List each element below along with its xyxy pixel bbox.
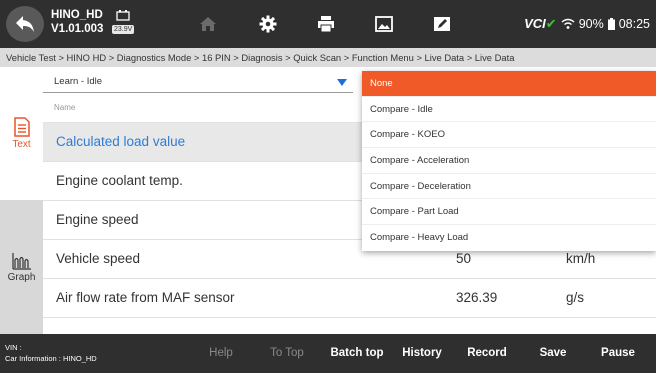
screenshot-button[interactable] bbox=[374, 14, 394, 34]
vehicle-info: VIN : Car Information : HINO_HD bbox=[5, 342, 97, 364]
save-button[interactable]: Save bbox=[528, 334, 578, 373]
bottom-toolbar: VIN : Car Information : HINO_HD Help To … bbox=[0, 334, 656, 373]
batch-top-button[interactable]: Batch top bbox=[326, 334, 388, 373]
edit-button[interactable] bbox=[432, 14, 452, 34]
graph-icon bbox=[11, 252, 31, 270]
to-top-button[interactable]: To Top bbox=[262, 334, 312, 373]
row-name: Engine coolant temp. bbox=[56, 173, 183, 188]
row-unit: km/h bbox=[566, 251, 596, 266]
row-name: Air flow rate from MAF sensor bbox=[56, 290, 235, 305]
menu-item-compare-koeo[interactable]: Compare - KOEO bbox=[362, 122, 656, 149]
help-button[interactable]: Help bbox=[196, 334, 246, 373]
status-area: VCI✔ 90% 08:25 bbox=[524, 16, 650, 32]
print-icon bbox=[318, 16, 334, 32]
menu-item-compare-acceleration[interactable]: Compare - Acceleration bbox=[362, 148, 656, 174]
table-row[interactable]: Air flow rate from MAF sensor 326.39 g/s bbox=[43, 279, 656, 318]
clock: 08:25 bbox=[618, 17, 650, 31]
home-icon bbox=[200, 17, 216, 31]
top-bar: HINO_HD V1.01.003 23.9V VCI✔ 90% 08:25 bbox=[0, 0, 656, 48]
voltage-badge: 23.9V bbox=[112, 25, 135, 34]
row-name: Calculated load value bbox=[56, 134, 186, 149]
car-information: Car Information : HINO_HD bbox=[5, 354, 97, 363]
menu-item-compare-part-load[interactable]: Compare - Part Load bbox=[362, 199, 656, 226]
pause-button[interactable]: Pause bbox=[591, 334, 645, 373]
menu-item-none[interactable]: None bbox=[362, 71, 656, 97]
app-title: HINO_HD V1.01.003 bbox=[51, 8, 103, 36]
text-view-label: Text bbox=[12, 139, 31, 150]
screenshot-icon bbox=[375, 16, 393, 32]
graph-view-label: Graph bbox=[7, 271, 36, 283]
breadcrumb: Vehicle Test > HINO HD > Diagnostics Mod… bbox=[0, 48, 656, 67]
home-button[interactable] bbox=[198, 14, 218, 34]
app-version: V1.01.003 bbox=[51, 23, 104, 35]
back-icon bbox=[16, 16, 34, 32]
compare-dropdown-menu: None Compare - Idle Compare - KOEO Compa… bbox=[362, 71, 656, 251]
mode-select[interactable]: Learn - Idle bbox=[43, 71, 353, 93]
dropdown-arrow-icon[interactable] bbox=[337, 79, 347, 86]
row-name: Vehicle speed bbox=[56, 251, 141, 266]
document-icon bbox=[13, 117, 30, 137]
battery-car-icon bbox=[116, 10, 130, 21]
back-button[interactable] bbox=[6, 6, 44, 42]
mode-select-value: Learn - Idle bbox=[54, 76, 103, 87]
screen: HINO_HD V1.01.003 23.9V VCI✔ 90% 08:25 V… bbox=[0, 0, 656, 373]
gear-icon bbox=[259, 15, 277, 33]
battery-icon bbox=[607, 18, 615, 30]
edit-icon bbox=[434, 17, 450, 31]
history-button[interactable]: History bbox=[396, 334, 448, 373]
battery-percent: 90% bbox=[578, 17, 604, 31]
row-unit: g/s bbox=[566, 290, 585, 305]
menu-item-compare-idle[interactable]: Compare - Idle bbox=[362, 97, 656, 123]
record-button[interactable]: Record bbox=[461, 334, 513, 373]
graph-view-button[interactable]: Graph bbox=[0, 200, 43, 334]
app-name: HINO_HD bbox=[51, 9, 103, 21]
menu-item-compare-heavy-load[interactable]: Compare - Heavy Load bbox=[362, 225, 656, 251]
side-panel: Text Graph bbox=[0, 67, 43, 334]
row-value: 50 bbox=[456, 251, 472, 266]
vci-label: VCI bbox=[524, 16, 546, 31]
vci-status: VCI✔ bbox=[524, 16, 557, 31]
menu-item-compare-deceleration[interactable]: Compare - Deceleration bbox=[362, 174, 656, 200]
print-button[interactable] bbox=[316, 14, 336, 34]
wifi-icon bbox=[561, 18, 575, 29]
text-view-button[interactable]: Text bbox=[0, 67, 43, 200]
vin-label: VIN : bbox=[5, 343, 22, 352]
row-name: Engine speed bbox=[56, 212, 139, 227]
settings-button[interactable] bbox=[258, 14, 278, 34]
row-value: 326.39 bbox=[456, 290, 498, 305]
